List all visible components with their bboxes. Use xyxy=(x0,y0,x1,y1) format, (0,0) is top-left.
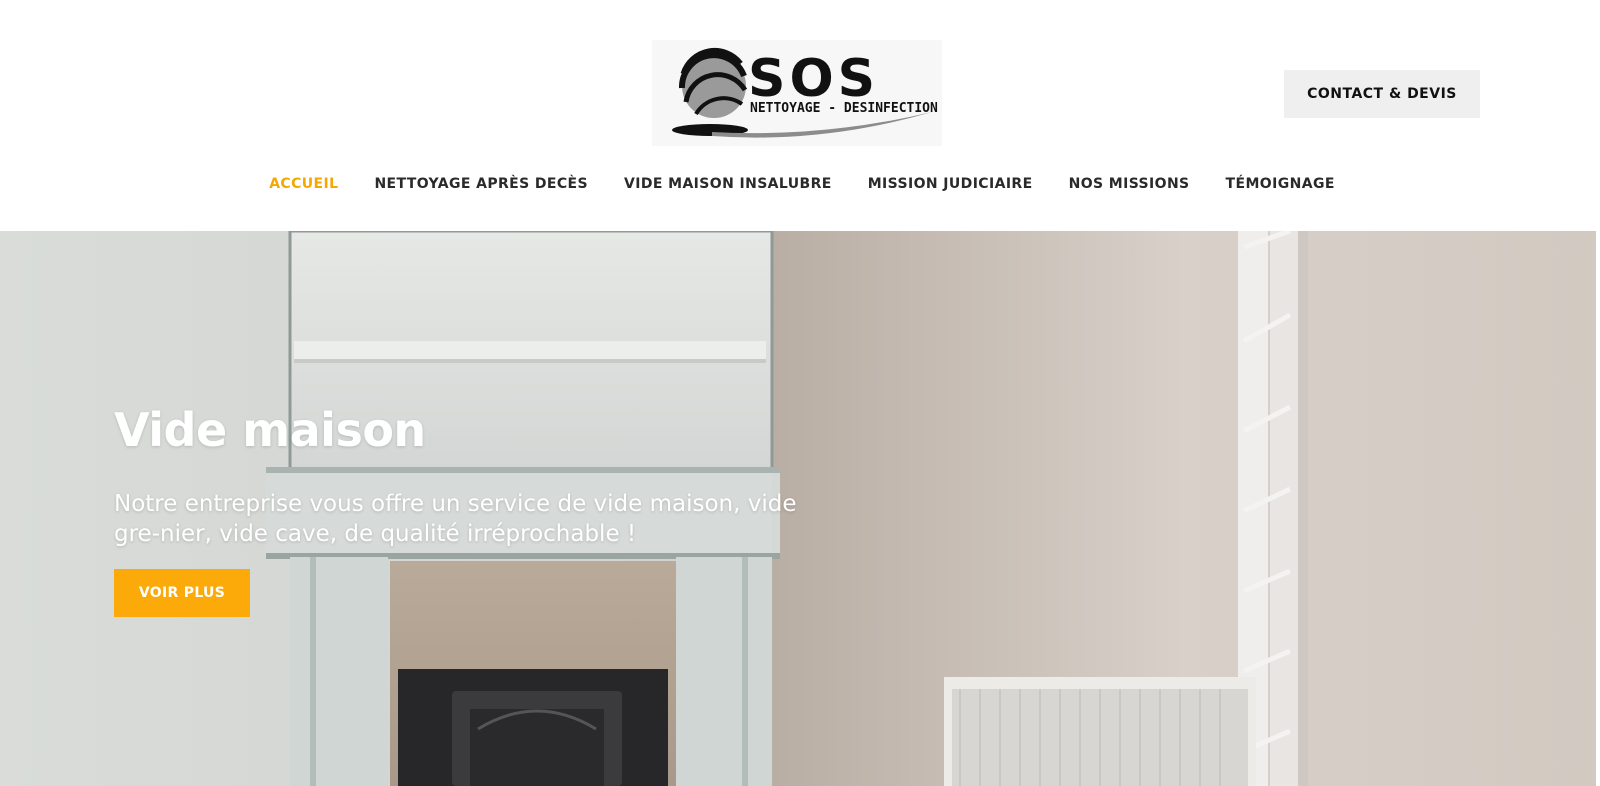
site-header: SOS NETTOYAGE - DESINFECTION CONTACT & D… xyxy=(0,0,1600,230)
hero-description: Notre entreprise vous offre un service d… xyxy=(114,491,797,547)
nav-item-vide-maison-insalubre[interactable]: VIDE MAISON INSALUBRE xyxy=(624,176,832,192)
nav-item-nos-missions[interactable]: NOS MISSIONS xyxy=(1069,176,1190,192)
contact-devis-button[interactable]: CONTACT & DEVIS xyxy=(1284,70,1480,118)
logo-tagline-text: NETTOYAGE - DESINFECTION xyxy=(750,101,938,116)
nav-item-accueil[interactable]: ACCUEIL xyxy=(269,176,338,192)
site-logo[interactable]: SOS NETTOYAGE - DESINFECTION xyxy=(652,40,942,146)
nav-item-mission-judiciaire[interactable]: MISSION JUDICIAIRE xyxy=(868,176,1033,192)
hero-slider: Vide maison Notre entreprise vous offre … xyxy=(0,231,1596,786)
nav-item-temoignage[interactable]: TÉMOIGNAGE xyxy=(1226,176,1335,192)
logo-sos-text: SOS xyxy=(748,49,879,109)
hero-title: Vide maison xyxy=(114,403,426,457)
main-navigation: ACCUEIL NETTOYAGE APRÈS DECÈS VIDE MAISO… xyxy=(0,172,1600,196)
nav-item-nettoyage-apres-deces[interactable]: NETTOYAGE APRÈS DECÈS xyxy=(374,176,588,192)
voir-plus-button[interactable]: VOIR PLUS xyxy=(114,569,250,617)
